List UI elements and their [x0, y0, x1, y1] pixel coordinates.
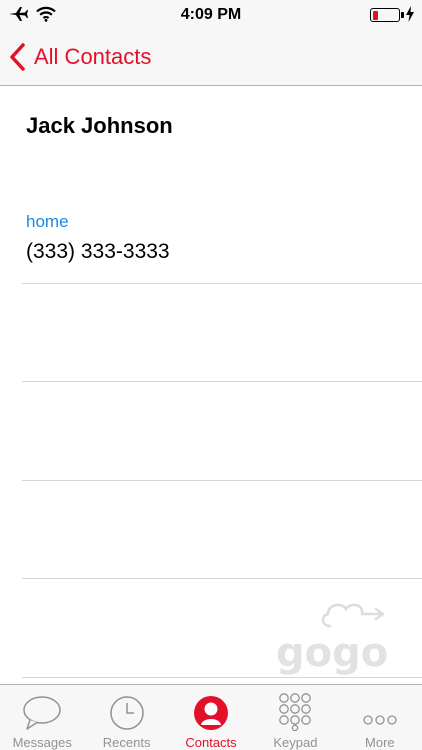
charging-bolt-icon — [406, 6, 414, 22]
watermark-text: gogo — [276, 630, 388, 676]
tab-label: More — [365, 735, 395, 750]
battery-icon — [370, 8, 404, 22]
clock-icon — [109, 696, 144, 730]
divider — [22, 283, 422, 284]
tab-more[interactable]: More — [338, 685, 422, 750]
contact-name: Jack Johnson — [26, 113, 173, 138]
more-icon — [363, 715, 397, 725]
chevron-left-icon — [10, 43, 25, 71]
divider — [22, 480, 422, 481]
tab-recents[interactable]: Recents — [84, 685, 168, 750]
tab-keypad[interactable]: Keypad — [253, 685, 337, 750]
status-bar: 4:09 PM — [0, 0, 422, 30]
divider — [22, 381, 422, 382]
messages-icon — [23, 696, 61, 730]
contacts-icon — [194, 696, 229, 730]
tab-label: Contacts — [185, 735, 237, 750]
phone-number[interactable]: (333) 333-3333 — [26, 240, 170, 264]
tab-bar: Messages Recents Contacts Keypad More — [0, 684, 422, 750]
navigation-bar: All Contacts — [0, 30, 422, 86]
tab-contacts[interactable]: Contacts — [169, 685, 253, 750]
tab-label: Recents — [102, 735, 151, 750]
tab-label: Messages — [12, 735, 72, 750]
gogo-watermark-logo: gogo — [276, 603, 388, 676]
tab-messages[interactable]: Messages — [0, 685, 84, 750]
keypad-icon — [279, 693, 312, 731]
status-time: 4:09 PM — [180, 6, 242, 23]
phone-label: home — [26, 212, 69, 231]
tab-label: Keypad — [273, 735, 318, 750]
divider — [22, 677, 422, 678]
back-button[interactable]: All Contacts — [10, 40, 151, 74]
back-button-label: All Contacts — [34, 44, 152, 69]
divider — [22, 578, 422, 579]
